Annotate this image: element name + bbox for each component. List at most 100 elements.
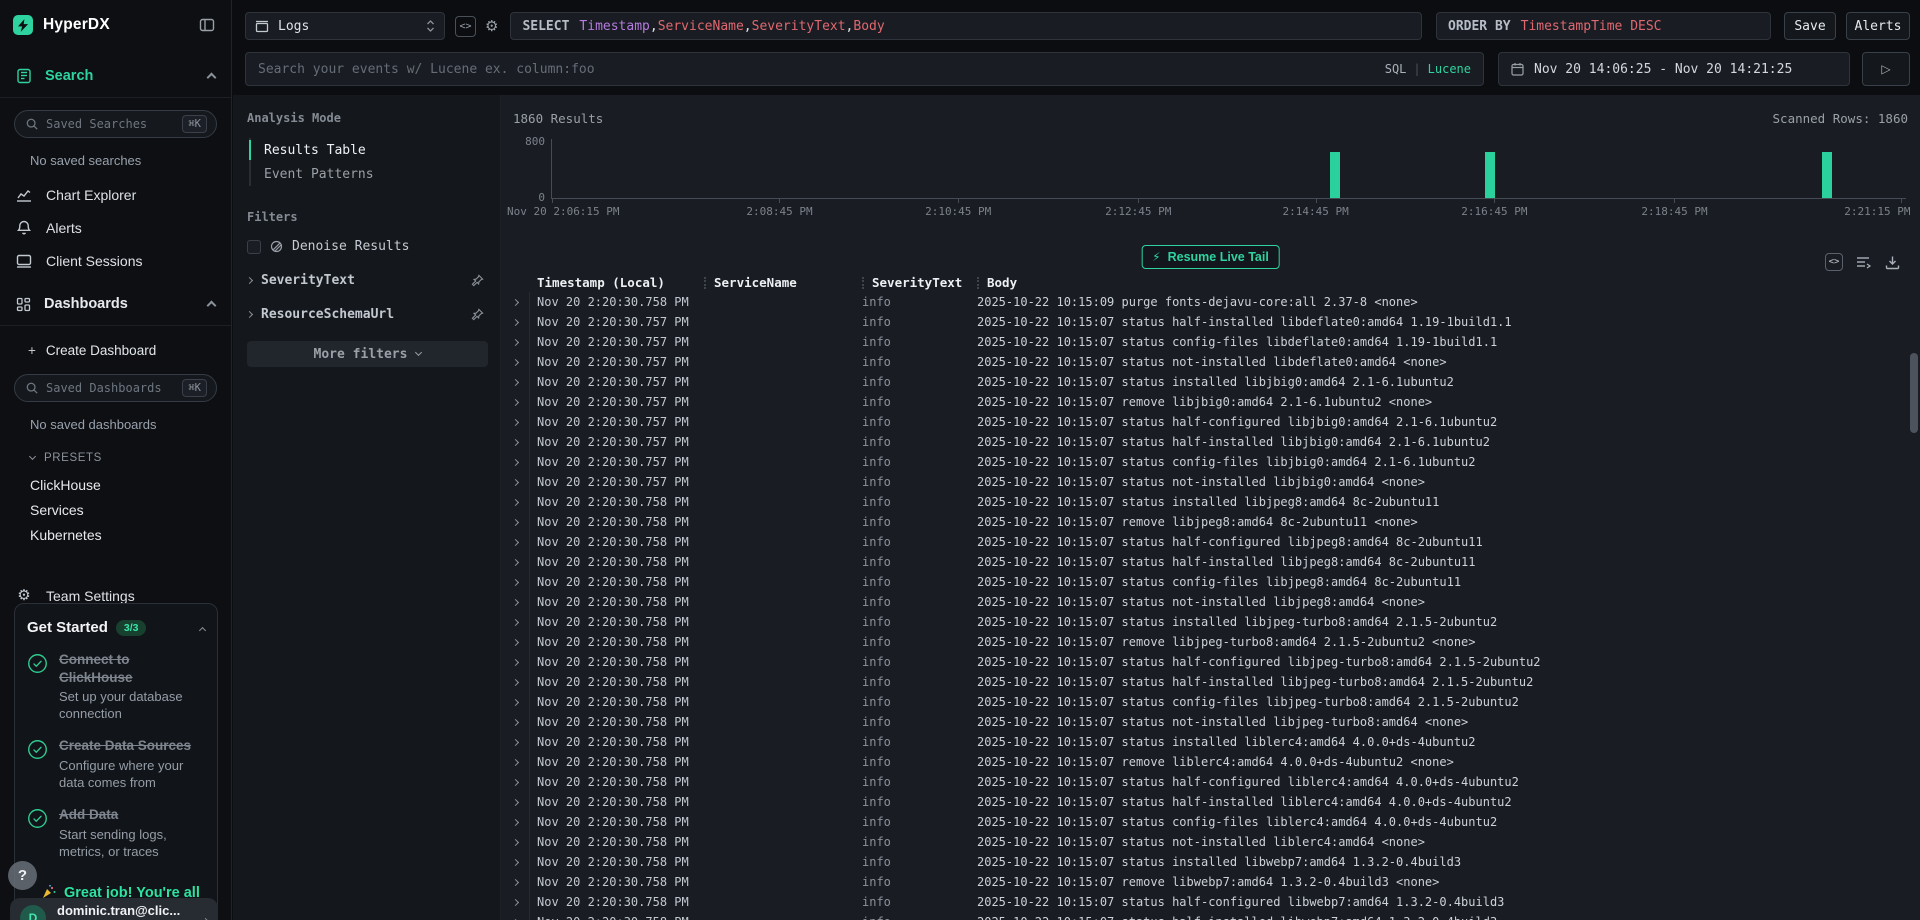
pin-icon[interactable] xyxy=(471,274,484,287)
sidebar-item-dashboards[interactable]: Dashboards xyxy=(0,293,231,315)
expand-row-button[interactable] xyxy=(501,760,529,765)
expand-row-button[interactable] xyxy=(501,740,529,745)
filter-group-severitytext[interactable]: SeverityText xyxy=(247,273,488,288)
header-body[interactable]: Body xyxy=(977,275,1920,290)
sidebar-item-alerts[interactable]: Alerts xyxy=(0,211,231,244)
alerts-button[interactable]: Alerts xyxy=(1846,12,1910,40)
help-button[interactable]: ? xyxy=(8,861,37,890)
header-severitytext[interactable]: SeverityText xyxy=(862,275,977,290)
table-row[interactable]: Nov 20 2:20:30.758 PMinfo2025-10-22 10:1… xyxy=(501,792,1920,812)
mode-sql[interactable]: SQL xyxy=(1385,62,1407,76)
table-row[interactable]: Nov 20 2:20:30.758 PMinfo2025-10-22 10:1… xyxy=(501,812,1920,832)
user-menu[interactable]: D dominic.tran@clic... dominic.tran@clic… xyxy=(10,898,218,920)
column-resize-handle[interactable] xyxy=(704,277,706,289)
get-started-item[interactable]: Connect to ClickHouseSet up your databas… xyxy=(27,651,205,722)
denoise-checkbox[interactable] xyxy=(247,240,261,254)
table-row[interactable]: Nov 20 2:20:30.758 PMinfo2025-10-22 10:1… xyxy=(501,712,1920,732)
expand-row-button[interactable] xyxy=(501,440,529,445)
expand-row-button[interactable] xyxy=(501,860,529,865)
expand-row-button[interactable] xyxy=(501,820,529,825)
select-field[interactable]: SeverityText xyxy=(752,19,846,34)
table-scrollbar[interactable] xyxy=(1910,335,1918,918)
mode-lucene[interactable]: Lucene xyxy=(1428,62,1471,76)
expand-row-button[interactable] xyxy=(501,880,529,885)
table-row[interactable]: Nov 20 2:20:30.758 PMinfo2025-10-22 10:1… xyxy=(501,532,1920,552)
expand-row-button[interactable] xyxy=(501,660,529,665)
expand-row-button[interactable] xyxy=(501,460,529,465)
table-row[interactable]: Nov 20 2:20:30.758 PMinfo2025-10-22 10:1… xyxy=(501,772,1920,792)
get-started-item[interactable]: Create Data SourcesConfigure where your … xyxy=(27,737,205,791)
column-resize-handle[interactable] xyxy=(862,277,864,289)
expand-row-button[interactable] xyxy=(501,840,529,845)
expand-row-button[interactable] xyxy=(501,520,529,525)
header-servicename[interactable]: ServiceName xyxy=(704,275,862,290)
expand-row-button[interactable] xyxy=(501,480,529,485)
presets-toggle[interactable]: PRESETS xyxy=(0,452,231,464)
expand-row-button[interactable] xyxy=(501,500,529,505)
select-field[interactable]: Body xyxy=(853,19,884,34)
column-resize-handle[interactable] xyxy=(977,277,979,289)
saved-searches-input[interactable]: Saved Searches ⌘K xyxy=(14,110,217,138)
expand-row-button[interactable] xyxy=(501,600,529,605)
get-started-header[interactable]: Get Started 3/3 xyxy=(27,619,205,636)
expand-row-button[interactable] xyxy=(501,400,529,405)
table-row[interactable]: Nov 20 2:20:30.758 PMinfo2025-10-22 10:1… xyxy=(501,292,1920,312)
table-row[interactable]: Nov 20 2:20:30.758 PMinfo2025-10-22 10:1… xyxy=(501,652,1920,672)
select-field[interactable]: ServiceName xyxy=(658,19,744,34)
more-filters-button[interactable]: More filters xyxy=(247,341,488,367)
run-query-button[interactable]: ▷ xyxy=(1862,52,1910,86)
preset-item[interactable]: ClickHouse xyxy=(0,472,231,497)
table-row[interactable]: Nov 20 2:20:30.758 PMinfo2025-10-22 10:1… xyxy=(501,612,1920,632)
chart-bar[interactable] xyxy=(1485,152,1495,198)
table-row[interactable]: Nov 20 2:20:30.758 PMinfo2025-10-22 10:1… xyxy=(501,492,1920,512)
create-dashboard-button[interactable]: + Create Dashboard xyxy=(0,343,231,358)
row-density-button[interactable] xyxy=(1856,255,1872,269)
table-row[interactable]: Nov 20 2:20:30.758 PMinfo2025-10-22 10:1… xyxy=(501,692,1920,712)
chevron-up-icon[interactable] xyxy=(208,68,215,84)
time-range-picker[interactable]: Nov 20 14:06:25 - Nov 20 14:21:25 xyxy=(1498,52,1850,86)
expand-row-button[interactable] xyxy=(501,560,529,565)
chart-bar[interactable] xyxy=(1330,152,1340,198)
expand-row-button[interactable] xyxy=(501,900,529,905)
expand-row-button[interactable] xyxy=(501,720,529,725)
table-row[interactable]: Nov 20 2:20:30.757 PMinfo2025-10-22 10:1… xyxy=(501,312,1920,332)
table-row[interactable]: Nov 20 2:20:30.758 PMinfo2025-10-22 10:1… xyxy=(501,872,1920,892)
collapse-sidebar-icon[interactable] xyxy=(199,17,215,33)
expand-row-button[interactable] xyxy=(501,800,529,805)
table-row[interactable]: Nov 20 2:20:30.757 PMinfo2025-10-22 10:1… xyxy=(501,432,1920,452)
expand-row-button[interactable] xyxy=(501,380,529,385)
table-row[interactable]: Nov 20 2:20:30.758 PMinfo2025-10-22 10:1… xyxy=(501,572,1920,592)
analysis-mode-results-table[interactable]: Results Table xyxy=(251,138,488,162)
query-settings-button[interactable]: ⚙ xyxy=(485,17,498,35)
preset-item[interactable]: Kubernetes xyxy=(0,522,231,547)
select-field[interactable]: Timestamp xyxy=(579,19,649,34)
table-row[interactable]: Nov 20 2:20:30.758 PMinfo2025-10-22 10:1… xyxy=(501,912,1920,920)
query-language-switch[interactable]: SQL | Lucene xyxy=(1385,62,1471,76)
chevron-up-icon[interactable] xyxy=(200,620,205,636)
table-row[interactable]: Nov 20 2:20:30.758 PMinfo2025-10-22 10:1… xyxy=(501,852,1920,872)
table-row[interactable]: Nov 20 2:20:30.758 PMinfo2025-10-22 10:1… xyxy=(501,512,1920,532)
download-button[interactable] xyxy=(1885,255,1900,270)
expand-row-button[interactable] xyxy=(501,360,529,365)
table-row[interactable]: Nov 20 2:20:30.758 PMinfo2025-10-22 10:1… xyxy=(501,632,1920,652)
expand-row-button[interactable] xyxy=(501,640,529,645)
chart-bar[interactable] xyxy=(1822,152,1832,198)
sql-mode-toggle-button[interactable]: <> xyxy=(455,16,476,37)
expand-row-button[interactable] xyxy=(501,700,529,705)
table-row[interactable]: Nov 20 2:20:30.758 PMinfo2025-10-22 10:1… xyxy=(501,752,1920,772)
table-row[interactable]: Nov 20 2:20:30.757 PMinfo2025-10-22 10:1… xyxy=(501,332,1920,352)
search-input[interactable] xyxy=(258,62,1385,77)
expand-row-button[interactable] xyxy=(501,620,529,625)
expand-row-button[interactable] xyxy=(501,320,529,325)
preset-item[interactable]: Services xyxy=(0,497,231,522)
table-row[interactable]: Nov 20 2:20:30.757 PMinfo2025-10-22 10:1… xyxy=(501,472,1920,492)
analysis-mode-event-patterns[interactable]: Event Patterns xyxy=(251,162,488,186)
resume-live-tail-button[interactable]: ⚡ Resume Live Tail xyxy=(1141,245,1280,269)
event-search-box[interactable]: SQL | Lucene xyxy=(245,52,1484,86)
get-started-item[interactable]: Add DataStart sending logs, metrics, or … xyxy=(27,806,205,860)
saved-dashboards-input[interactable]: Saved Dashboards ⌘K xyxy=(14,374,217,402)
header-timestamp[interactable]: Timestamp (Local) xyxy=(529,275,704,290)
expand-row-button[interactable] xyxy=(501,340,529,345)
select-clause-input[interactable]: SELECT Timestamp,ServiceName,SeverityTex… xyxy=(510,12,1422,40)
table-row[interactable]: Nov 20 2:20:30.757 PMinfo2025-10-22 10:1… xyxy=(501,392,1920,412)
